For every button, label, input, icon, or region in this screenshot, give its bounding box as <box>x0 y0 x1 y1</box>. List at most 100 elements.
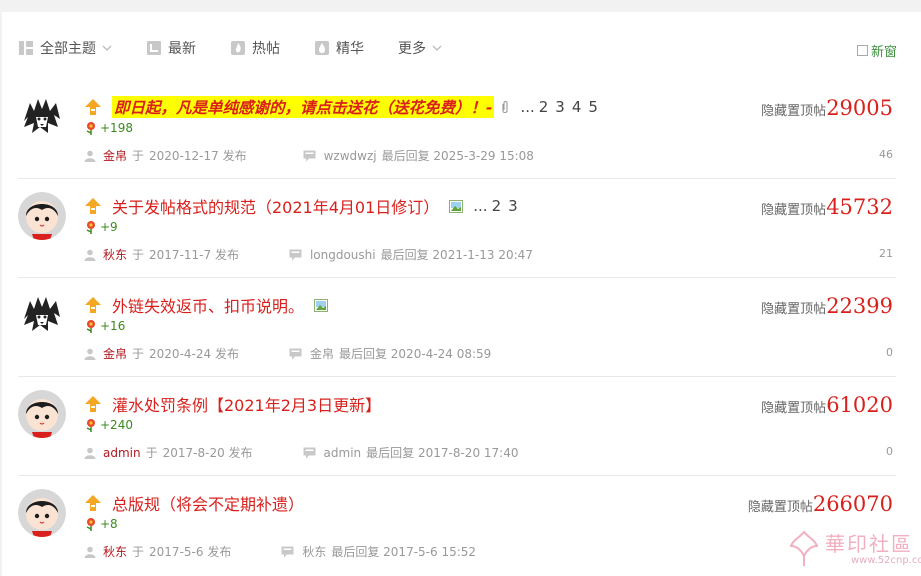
thread-title[interactable]: 总版规（将会不定期补遗） <box>112 491 304 515</box>
page-ellipsis: ... <box>520 98 535 116</box>
posted-date: 2017-5-6 发布 <box>149 545 232 559</box>
chevron-down-icon <box>102 43 112 53</box>
pinned-up-arrow-icon <box>85 99 101 115</box>
cartoon-girl-avatar-icon <box>18 192 66 240</box>
page-link[interactable]: 4 <box>572 98 582 116</box>
reply-count: 46 <box>879 148 893 161</box>
flower-count: +198 <box>100 121 133 135</box>
reply-count: 0 <box>886 445 893 458</box>
watermark-url: www.52cnp.com <box>851 555 921 566</box>
comment-icon <box>303 447 316 458</box>
thread-author[interactable]: 秋东 <box>103 246 127 263</box>
left-strip <box>0 0 2 576</box>
avatar[interactable] <box>18 489 66 537</box>
avatar[interactable] <box>18 93 66 141</box>
last-reply-time: 最后回复 2025-3-29 15:08 <box>381 149 534 163</box>
avatar[interactable] <box>18 291 66 339</box>
chevron-down-icon <box>432 43 442 53</box>
new-window-toggle[interactable]: 新窗 <box>856 41 897 60</box>
new-window-checkbox[interactable] <box>856 45 868 56</box>
last-reply-time: 最后回复 2017-8-20 17:40 <box>366 446 519 460</box>
thread-title[interactable]: 关于发帖格式的规范（2021年4月01日修订） <box>112 194 439 218</box>
view-count: 45732 <box>826 195 893 219</box>
cartoon-girl-avatar-icon <box>18 390 66 438</box>
watermark-flower-icon <box>789 530 819 566</box>
drop-icon <box>314 40 330 56</box>
thread-row: 关于发帖格式的规范（2021年4月01日修订） ... 2 3 +9 秋东 于 … <box>18 179 896 278</box>
filter-hot[interactable]: 热帖 <box>230 38 280 58</box>
last-reply-time: 最后回复 2021-1-13 20:47 <box>380 248 533 262</box>
thread-row: 外链失效返币、扣币说明。 +16 金帛 于 2020-4-24 发布 金帛 最后… <box>18 278 896 377</box>
thread-list: 即日起，凡是单纯感谢的，请点击送花（送花免费）！- ... 2 3 4 5 +1… <box>18 80 896 575</box>
page-link[interactable]: 3 <box>555 98 565 116</box>
user-icon <box>84 249 96 261</box>
reply-count: 21 <box>879 247 893 260</box>
list-grid-icon <box>18 40 34 56</box>
view-count: 22399 <box>826 294 893 318</box>
posted-prefix: 于 <box>132 347 145 361</box>
thread-author[interactable]: 秋东 <box>103 543 127 560</box>
thread-author[interactable]: admin <box>103 446 141 460</box>
filter-more-label: 更多 <box>398 41 426 57</box>
pinned-up-arrow-icon <box>85 198 101 214</box>
filter-all-topics[interactable]: 全部主题 <box>18 38 112 58</box>
page-link[interactable]: 2 <box>539 98 549 116</box>
thread-title[interactable]: 灌水处罚条例【2021年2月3日更新】 <box>112 392 381 416</box>
flower-icon <box>86 518 95 531</box>
posted-prefix: 于 <box>132 248 145 262</box>
flower-count: +240 <box>100 418 133 432</box>
filter-all-topics-label: 全部主题 <box>40 41 96 57</box>
flower-count: +16 <box>100 319 126 333</box>
hide-sticky-link[interactable]: 隐藏置顶帖 <box>761 199 826 218</box>
flower-icon <box>86 221 95 234</box>
page-link[interactable]: 5 <box>588 98 598 116</box>
filter-hot-label: 热帖 <box>252 41 280 57</box>
hide-sticky-link[interactable]: 隐藏置顶帖 <box>761 397 826 416</box>
thread-row: 总版规（将会不定期补遗） +8 秋东 于 2017-5-6 发布 秋东 最后回复… <box>18 476 896 575</box>
thread-author[interactable]: 金帛 <box>103 345 127 362</box>
last-reply-time: 最后回复 2017-5-6 15:52 <box>331 545 477 559</box>
hide-sticky-link[interactable]: 隐藏置顶帖 <box>761 100 826 119</box>
view-count: 29005 <box>826 96 893 120</box>
thread-pagination: ... 2 3 <box>473 197 524 215</box>
filter-bar: 全部主题 最新 热帖 精华 更多 <box>18 34 921 62</box>
last-reply-user[interactable]: admin <box>324 446 362 460</box>
thread-title[interactable]: 即日起，凡是单纯感谢的，请点击送花（送花免费）！- <box>112 96 495 118</box>
hide-sticky-link[interactable]: 隐藏置顶帖 <box>748 496 813 515</box>
flower-icon <box>86 320 95 333</box>
last-reply-user[interactable]: wzwdwzj <box>324 149 377 163</box>
filter-latest-label: 最新 <box>168 41 196 57</box>
hide-sticky-link[interactable]: 隐藏置顶帖 <box>761 298 826 317</box>
posted-date: 2017-11-7 发布 <box>149 248 239 262</box>
posted-date: 2020-12-17 发布 <box>149 149 247 163</box>
flower-count: +9 <box>100 220 118 234</box>
top-strip <box>0 0 921 12</box>
watermark-text: 華印社區 <box>825 532 913 556</box>
new-window-label: 新窗 <box>870 45 897 60</box>
comment-icon <box>289 249 302 260</box>
thread-title[interactable]: 外链失效返币、扣币说明。 <box>112 293 304 317</box>
view-count: 61020 <box>826 393 893 417</box>
filter-latest[interactable]: 最新 <box>146 38 196 58</box>
cartoon-girl-avatar-icon <box>18 489 66 537</box>
page-link[interactable]: 3 <box>508 197 518 215</box>
last-reply-user[interactable]: longdoushi <box>310 248 376 262</box>
comment-icon <box>289 348 302 359</box>
filter-more[interactable]: 更多 <box>398 38 442 58</box>
posted-prefix: 于 <box>145 446 158 460</box>
reply-count: 0 <box>886 346 893 359</box>
filter-digest-label: 精华 <box>336 41 364 57</box>
pinned-up-arrow-icon <box>85 297 101 313</box>
filter-digest[interactable]: 精华 <box>314 38 364 58</box>
last-reply-user[interactable]: 金帛 <box>310 345 334 362</box>
avatar[interactable] <box>18 390 66 438</box>
pinned-up-arrow-icon <box>85 495 101 511</box>
lion-avatar-icon <box>18 291 66 339</box>
avatar[interactable] <box>18 192 66 240</box>
thread-author[interactable]: 金帛 <box>103 147 127 164</box>
user-icon <box>84 150 96 162</box>
image-attachment-icon <box>314 298 329 312</box>
flower-icon <box>86 419 95 432</box>
page-link[interactable]: 2 <box>492 197 502 215</box>
last-reply-user[interactable]: 秋东 <box>302 543 326 560</box>
